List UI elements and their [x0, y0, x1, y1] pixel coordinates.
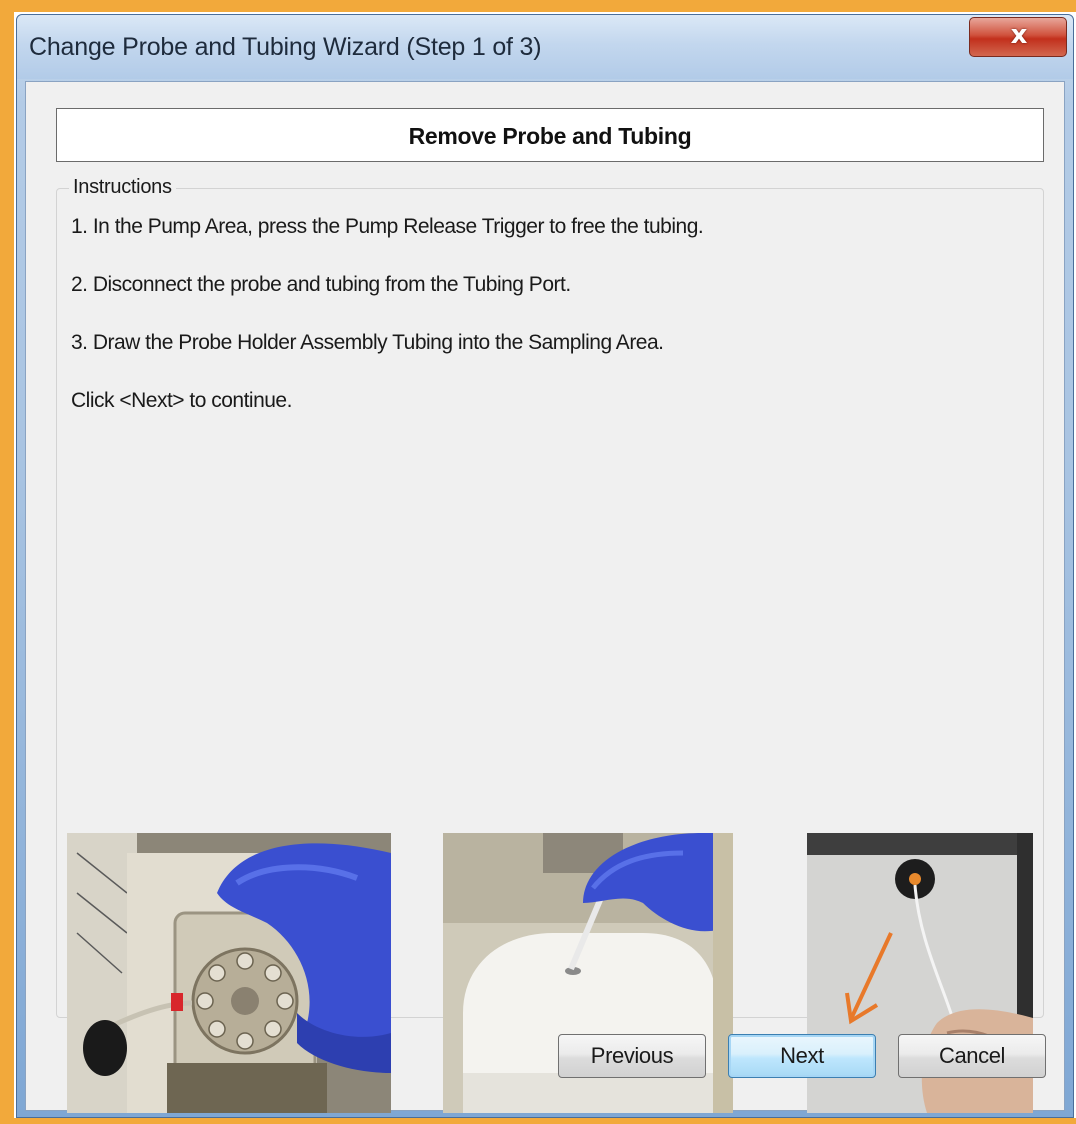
pump-release-photo — [67, 833, 391, 1113]
callout-frame-bottom — [0, 1118, 1076, 1124]
title-bar[interactable]: Change Probe and Tubing Wizard (Step 1 o… — [17, 15, 1073, 79]
step-heading-box: Remove Probe and Tubing — [56, 108, 1044, 162]
next-button[interactable]: Next — [728, 1034, 876, 1078]
callout-frame-left — [0, 0, 14, 1124]
instruction-step-3: 3. Draw the Probe Holder Assembly Tubing… — [71, 331, 664, 354]
close-icon: x — [1010, 20, 1028, 50]
window-title: Change Probe and Tubing Wizard (Step 1 o… — [29, 33, 542, 61]
close-button[interactable]: x — [969, 17, 1067, 57]
callout-frame-top — [0, 0, 1076, 12]
cancel-button[interactable]: Cancel — [898, 1034, 1046, 1078]
instructions-group-label: Instructions — [69, 176, 176, 199]
previous-button[interactable]: Previous — [558, 1034, 706, 1078]
instruction-continue: Click <Next> to continue. — [71, 389, 292, 412]
instruction-step-1: 1. In the Pump Area, press the Pump Rele… — [71, 215, 704, 238]
wizard-window: Change Probe and Tubing Wizard (Step 1 o… — [16, 14, 1074, 1118]
wizard-body: Remove Probe and Tubing Instructions 1. … — [25, 81, 1065, 1113]
instructions-group: Instructions 1. In the Pump Area, press … — [56, 176, 1044, 1113]
instruction-step-2: 2. Disconnect the probe and tubing from … — [71, 273, 571, 296]
step-heading: Remove Probe and Tubing — [408, 123, 692, 149]
